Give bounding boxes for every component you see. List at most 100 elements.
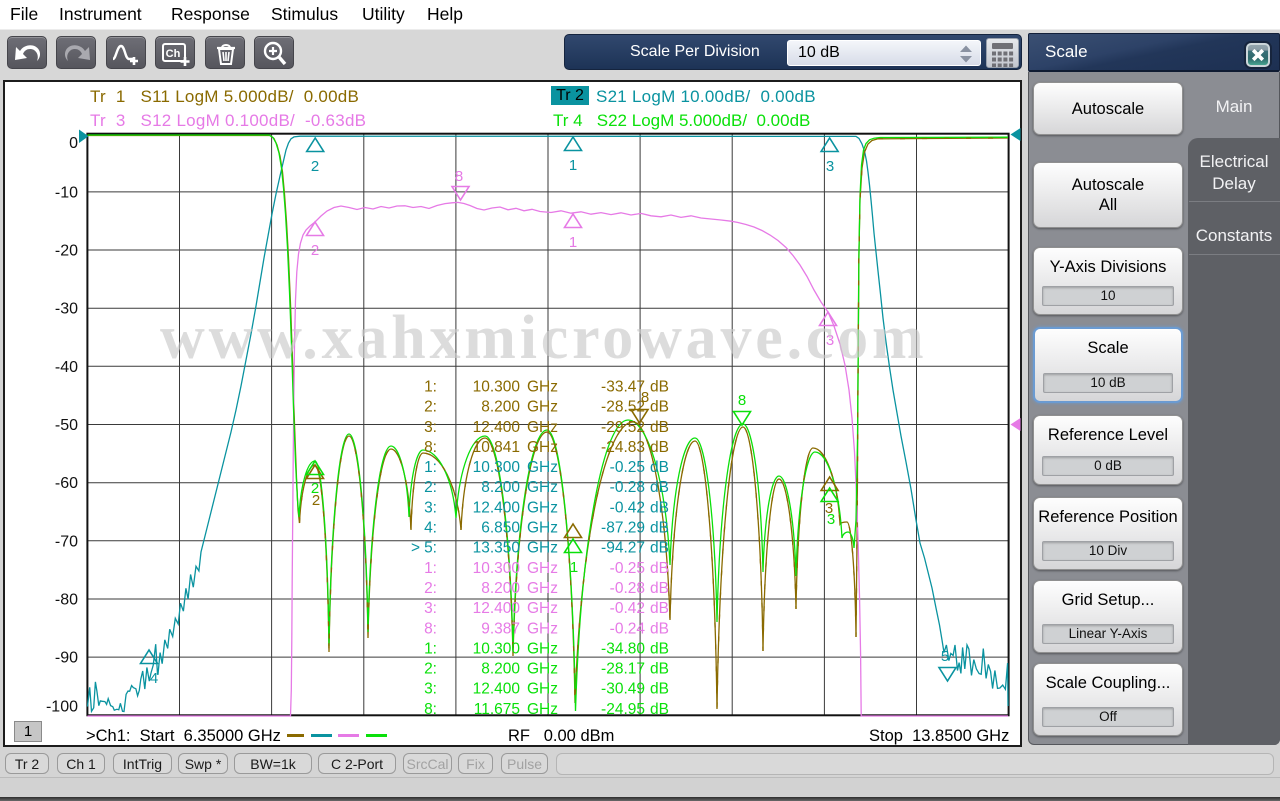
svg-text:dB: dB (650, 661, 669, 678)
svg-text:8.200: 8.200 (481, 580, 520, 597)
svg-text:3: 3 (826, 158, 834, 175)
svg-text:1:: 1: (424, 560, 437, 577)
svg-text:dB: dB (650, 499, 669, 516)
svg-text:dB: dB (650, 681, 669, 698)
svg-text:dB: dB (650, 560, 669, 577)
svg-text:8.200: 8.200 (481, 479, 520, 496)
svg-text:dB: dB (650, 600, 669, 617)
svg-text:-94.27: -94.27 (601, 540, 645, 557)
svg-text:12.400: 12.400 (473, 600, 521, 617)
svg-text:-33.47: -33.47 (601, 379, 645, 396)
svg-text:GHz: GHz (527, 681, 558, 698)
svg-text:dB: dB (650, 479, 669, 496)
svg-text:-60: -60 (55, 475, 78, 492)
svg-text:8:: 8: (424, 620, 437, 637)
svg-text:0: 0 (69, 135, 78, 152)
svg-text:3:: 3: (424, 681, 437, 698)
svg-text:dB: dB (650, 640, 669, 657)
svg-text:-28.17: -28.17 (601, 661, 645, 678)
svg-text:GHz: GHz (527, 459, 558, 476)
svg-text:-87.29: -87.29 (601, 520, 645, 537)
svg-text:3:: 3: (424, 499, 437, 516)
svg-text:8:: 8: (424, 439, 437, 456)
svg-text:GHz: GHz (527, 661, 558, 678)
svg-text:GHz: GHz (527, 439, 558, 456)
svg-text:GHz: GHz (527, 600, 558, 617)
svg-text:1: 1 (569, 234, 577, 251)
svg-text:-30: -30 (55, 301, 78, 318)
svg-text:-34.80: -34.80 (601, 640, 645, 657)
svg-text:GHz: GHz (527, 499, 558, 516)
svg-text:GHz: GHz (527, 580, 558, 597)
svg-text:dB: dB (650, 520, 669, 537)
svg-text:2: 2 (311, 480, 319, 497)
svg-text:-30.49: -30.49 (601, 681, 645, 698)
svg-text:GHz: GHz (527, 620, 558, 637)
svg-text:-100: -100 (46, 698, 78, 715)
svg-text:1:: 1: (424, 459, 437, 476)
svg-text:10.300: 10.300 (473, 379, 521, 396)
svg-text:1:: 1: (424, 640, 437, 657)
svg-text:-10: -10 (55, 184, 78, 201)
svg-text:-0.25: -0.25 (610, 560, 645, 577)
svg-text:-0.28: -0.28 (610, 580, 645, 597)
svg-text:-24.83: -24.83 (601, 439, 645, 456)
svg-text:GHz: GHz (527, 379, 558, 396)
svg-text:12.400: 12.400 (473, 499, 521, 516)
svg-text:dB: dB (650, 459, 669, 476)
svg-text:-0.42: -0.42 (610, 499, 645, 516)
svg-text:2: 2 (311, 242, 319, 259)
svg-text:3:: 3: (424, 419, 437, 436)
svg-text:8:: 8: (424, 701, 437, 718)
svg-text:1:: 1: (424, 379, 437, 396)
svg-text:-28.52: -28.52 (601, 399, 645, 416)
svg-text:-24.95: -24.95 (601, 701, 645, 718)
svg-text:2:: 2: (424, 399, 437, 416)
svg-text:dB: dB (650, 379, 669, 396)
svg-text:8.200: 8.200 (481, 661, 520, 678)
svg-text:-70: -70 (55, 533, 78, 550)
svg-text:dB: dB (650, 580, 669, 597)
svg-text:-20: -20 (55, 243, 78, 260)
svg-text:2: 2 (311, 158, 319, 175)
svg-text:9.387: 9.387 (481, 620, 520, 637)
svg-text:>: > (411, 540, 420, 557)
svg-text:GHz: GHz (527, 399, 558, 416)
svg-text:5:: 5: (424, 540, 437, 557)
svg-text:11.675: 11.675 (474, 701, 520, 718)
svg-text:4: 4 (150, 670, 158, 687)
svg-text:12.400: 12.400 (473, 681, 521, 698)
svg-text:2:: 2: (424, 661, 437, 678)
svg-text:dB: dB (650, 620, 669, 637)
svg-text:dB: dB (650, 540, 669, 557)
svg-text:-0.25: -0.25 (610, 459, 645, 476)
svg-text:-0.24: -0.24 (610, 620, 646, 637)
svg-text:1: 1 (570, 559, 578, 576)
svg-text:8.200: 8.200 (481, 399, 520, 416)
svg-text:-40: -40 (55, 359, 78, 376)
svg-text:3:: 3: (424, 600, 437, 617)
svg-text:13.350: 13.350 (473, 540, 521, 557)
svg-text:2:: 2: (424, 479, 437, 496)
svg-text:-50: -50 (55, 417, 78, 434)
svg-text:dB: dB (650, 439, 669, 456)
svg-text:GHz: GHz (527, 419, 558, 436)
svg-text:GHz: GHz (527, 479, 558, 496)
svg-text:-90: -90 (55, 650, 78, 667)
svg-text:GHz: GHz (527, 701, 558, 718)
svg-text:-80: -80 (55, 592, 78, 609)
svg-text:GHz: GHz (527, 560, 558, 577)
svg-text:10.300: 10.300 (473, 560, 521, 577)
svg-text:4:: 4: (424, 520, 437, 537)
svg-text:6.850: 6.850 (481, 520, 520, 537)
svg-text:dB: dB (650, 399, 669, 416)
svg-text:GHz: GHz (527, 640, 558, 657)
svg-text:10.841: 10.841 (473, 439, 520, 456)
svg-text:5: 5 (941, 648, 949, 665)
svg-text:3: 3 (827, 511, 835, 528)
svg-text:-0.42: -0.42 (610, 600, 645, 617)
svg-text:GHz: GHz (527, 540, 558, 557)
svg-text:1: 1 (569, 157, 577, 174)
svg-text:GHz: GHz (527, 520, 558, 537)
svg-text:12.400: 12.400 (473, 419, 521, 436)
